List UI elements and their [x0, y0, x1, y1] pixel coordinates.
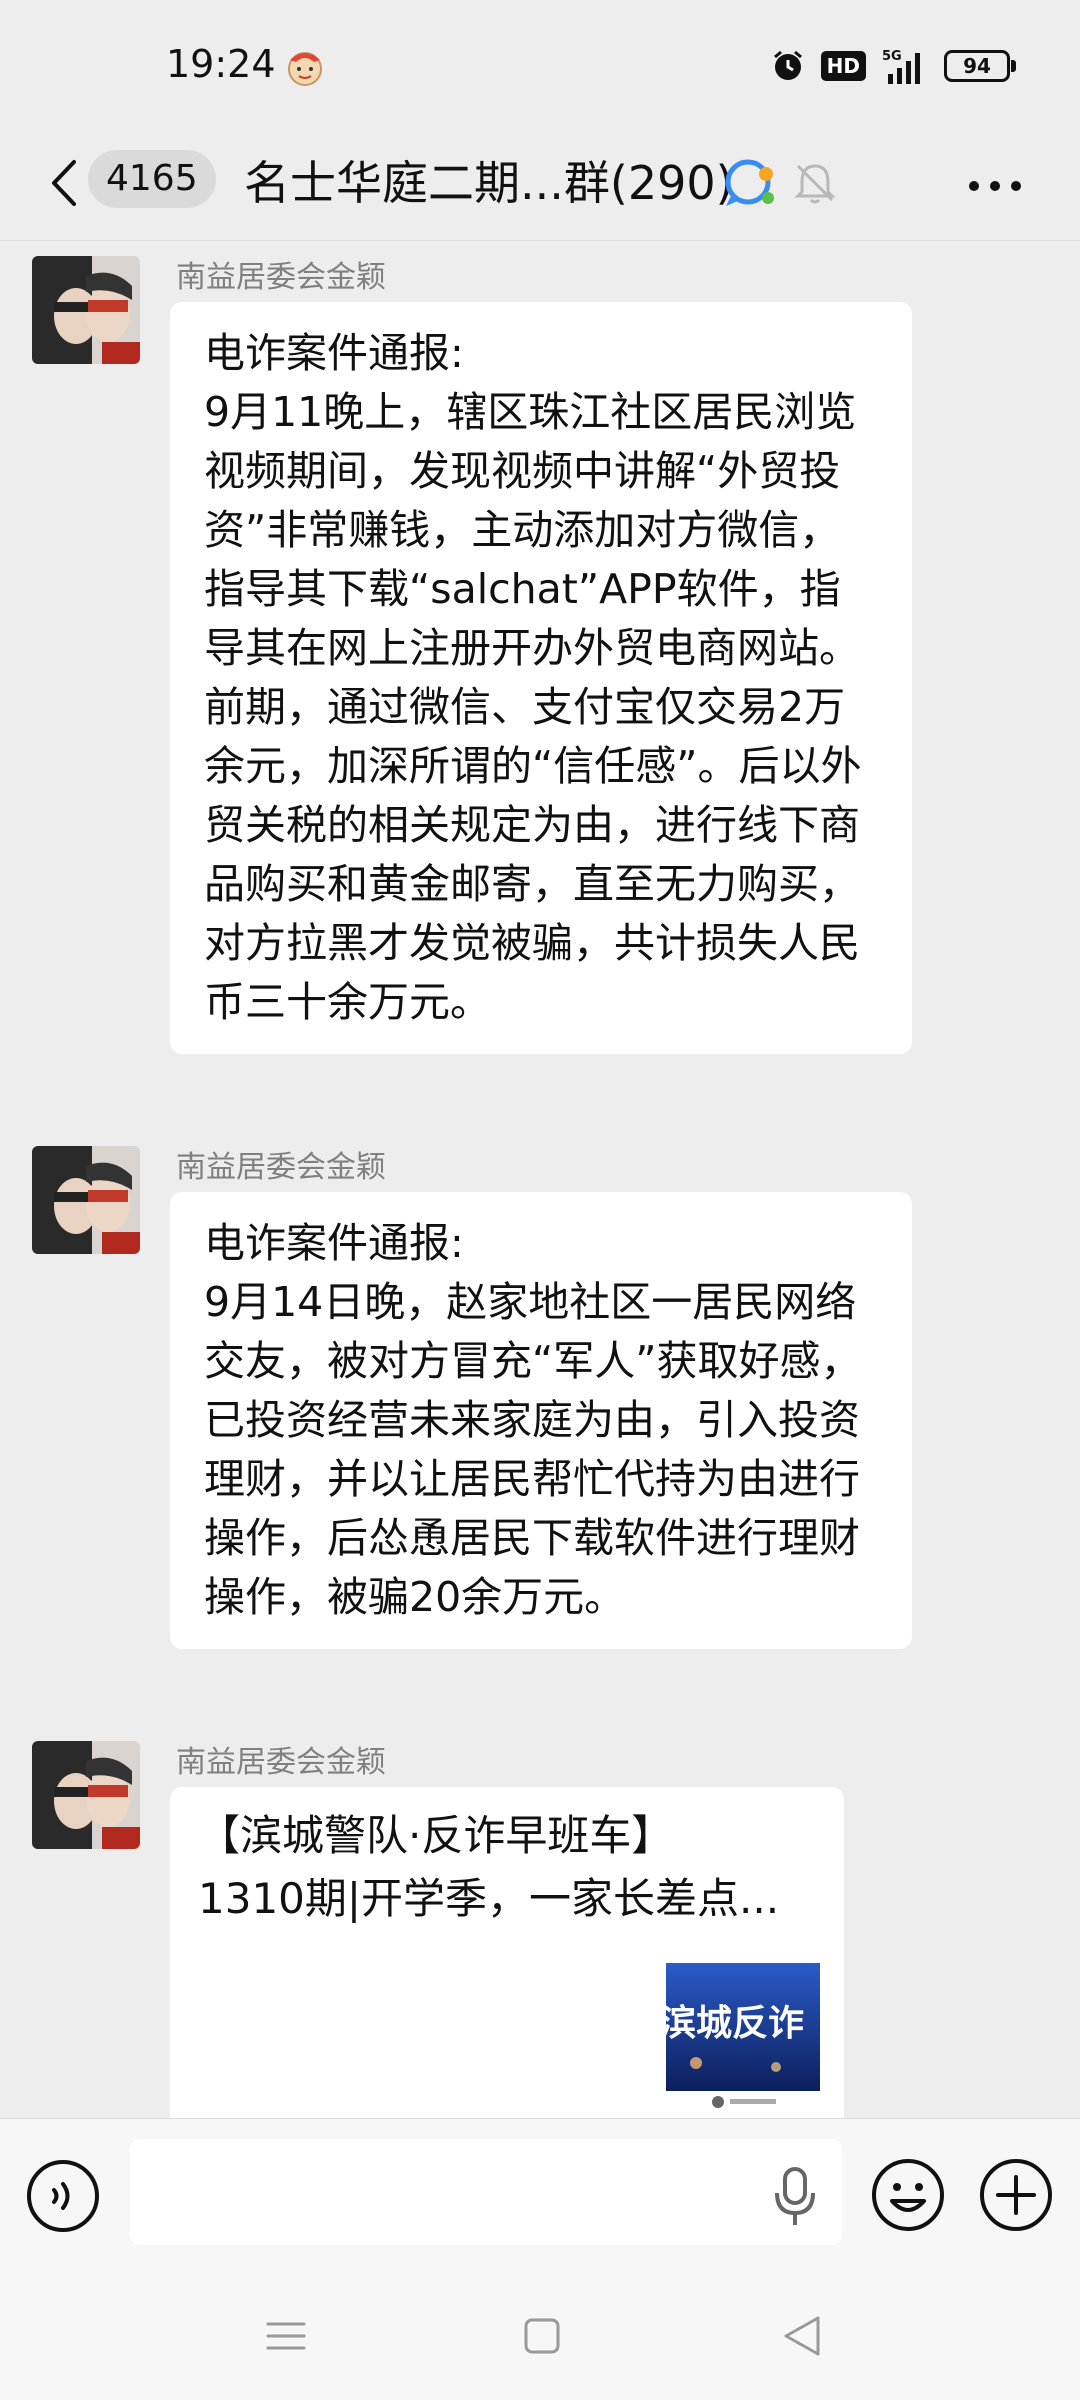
emoji-icon[interactable] [870, 2157, 946, 2233]
message-input[interactable] [130, 2139, 842, 2245]
signal-5g-icon: 5G [882, 49, 920, 84]
avatar[interactable] [32, 1741, 140, 1849]
sender-name: 南益居委会金颖 [176, 1745, 386, 1780]
more-options-button[interactable] [960, 156, 1030, 216]
avatar-image [32, 1146, 140, 1254]
cartoon-notification-icon [288, 52, 322, 86]
battery-indicator: 94 [944, 50, 1016, 82]
page-title[interactable]: 名士华庭二期...群(290) [244, 148, 734, 218]
voice-icon[interactable] [26, 2159, 100, 2233]
link-card[interactable]: 【滨城警队·反诈早班车】 1310期|开学季，一家长差点... 滨城反诈 [170, 1787, 844, 2127]
home-icon[interactable] [520, 2314, 564, 2358]
message-bubble[interactable]: 电诈案件通报: 9月14日晚，赵家地社区一居民网络交友，被对方冒充“军人”获取好… [170, 1192, 912, 1649]
system-nav-bar [0, 2276, 1080, 2400]
group-chat-icon[interactable] [720, 154, 780, 214]
message-text: 电诈案件通报: 9月14日晚，赵家地社区一居民网络交友，被对方冒充“军人”获取好… [204, 1219, 862, 1621]
recent-apps-icon[interactable] [264, 2314, 308, 2358]
back-triangle-icon[interactable] [780, 2312, 824, 2360]
chevron-left-icon [52, 160, 76, 206]
sender-name: 南益居委会金颖 [176, 1150, 386, 1185]
status-time: 19:24 [166, 42, 276, 86]
avatar-image [32, 256, 140, 364]
chat-header: 4165 名士华庭二期...群(290) [0, 130, 1080, 241]
bell-off-icon [794, 164, 836, 204]
avatar-image [32, 1741, 140, 1849]
card-subtitle: 1310期|开学季，一家长差点... [198, 1874, 780, 1923]
unread-count-badge[interactable]: 4165 [88, 150, 216, 208]
status-icons: HD 5G 94 [771, 48, 1016, 84]
plus-icon[interactable] [978, 2157, 1054, 2233]
microphone-icon[interactable] [770, 2165, 820, 2229]
card-title: 【滨城警队·反诈早班车】 [198, 1811, 674, 1860]
status-bar: 19:24 HD 5G 94 [0, 0, 1080, 130]
back-button[interactable] [38, 148, 88, 218]
avatar[interactable] [32, 256, 140, 364]
battery-level: 94 [963, 54, 991, 78]
more-dots-icon [969, 181, 1021, 191]
avatar[interactable] [32, 1146, 140, 1254]
sender-name: 南益居委会金颖 [176, 260, 386, 295]
card-thumbnail: 滨城反诈 [666, 1963, 820, 2113]
alarm-icon [773, 50, 802, 80]
thumbnail-image: 滨城反诈 [666, 1963, 820, 2113]
network-label: 5G [882, 49, 902, 64]
message-text: 电诈案件通报: 9月11晚上，辖区珠江社区居民浏览视频期间，发现视频中讲解“外贸… [204, 329, 862, 1026]
input-bar [0, 2118, 1080, 2277]
message-bubble[interactable]: 电诈案件通报: 9月11晚上，辖区珠江社区居民浏览视频期间，发现视频中讲解“外贸… [170, 302, 912, 1054]
hd-badge: HD [820, 51, 866, 81]
thumbnail-text: 滨城反诈 [666, 2003, 804, 2044]
